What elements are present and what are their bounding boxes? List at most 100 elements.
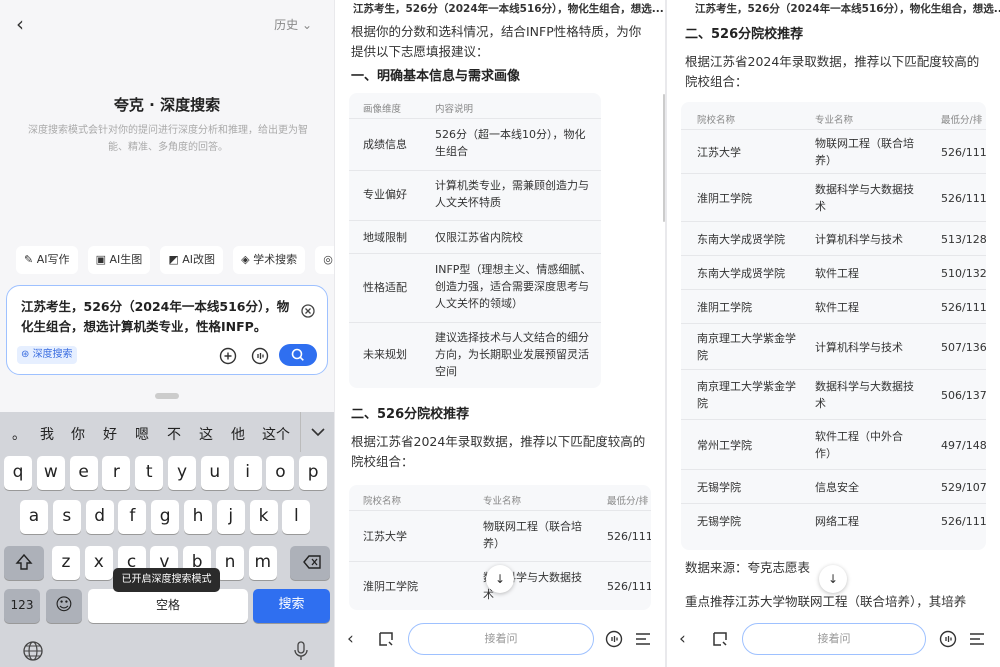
letter-key[interactable]: s: [52, 500, 81, 534]
scroll-down-button[interactable]: ↓: [819, 565, 847, 593]
table-cell: 529/107: [941, 480, 986, 494]
table-header: 最低分/排: [607, 496, 649, 507]
row-divider: [681, 221, 986, 222]
numbers-key[interactable]: 123: [4, 589, 40, 623]
table-cell: 510/132: [941, 266, 986, 280]
back-icon[interactable]: ‹: [16, 12, 24, 36]
table-cell: 仅限江苏省内院校: [435, 231, 523, 244]
candidate-item[interactable]: 他: [231, 424, 245, 444]
expand-candidates-icon[interactable]: [300, 412, 334, 452]
deep-search-tag[interactable]: ⊛ 深度搜索: [17, 346, 77, 364]
letter-key[interactable]: p: [299, 456, 328, 490]
candidate-item[interactable]: 我: [40, 424, 54, 444]
table-cell: 软件工程: [815, 266, 859, 280]
letter-key[interactable]: f: [118, 500, 147, 534]
letter-key[interactable]: n: [216, 546, 244, 580]
search-key[interactable]: 搜索: [253, 589, 330, 623]
back-icon[interactable]: ‹: [347, 629, 354, 649]
table-cell: 南京理工大学紫金学院: [697, 380, 796, 410]
backspace-key[interactable]: [290, 546, 330, 580]
back-icon[interactable]: ‹: [679, 629, 686, 649]
chip-label: AI生图: [109, 253, 143, 266]
deep-search-home-panel: ‹ 历史 ⌄ 夸克 · 深度搜索 深度搜索模式会针对你的提问进行深度分析和推理，…: [0, 0, 334, 667]
search-send-button[interactable]: [279, 344, 317, 366]
row-divider: [349, 510, 651, 511]
new-chat-icon[interactable]: [377, 630, 395, 652]
scroll-down-button[interactable]: ↓: [486, 565, 514, 593]
answer-panel-top: 江苏考生，526分（2024年一本线516分），物化生组合，想选... 根据你的…: [335, 0, 665, 667]
letter-key[interactable]: d: [85, 500, 114, 534]
follow-up-input[interactable]: 接着问: [742, 623, 926, 655]
letter-key[interactable]: t: [135, 456, 164, 490]
row-divider: [681, 419, 986, 420]
scrollbar[interactable]: [663, 94, 665, 222]
letter-key[interactable]: z: [52, 546, 80, 580]
table-header: 画像维度: [363, 104, 402, 115]
data-source: 数据来源：夸克志愿表: [685, 560, 811, 575]
voice-icon[interactable]: [605, 630, 623, 652]
table-cell: 526/111: [607, 530, 651, 543]
letter-key[interactable]: m: [248, 546, 277, 580]
menu-icon[interactable]: [969, 631, 985, 651]
candidate-item[interactable]: 这: [199, 424, 213, 444]
table-header: 最低分/排: [941, 115, 983, 126]
keyboard: 。 我 你 好 嗯 不 这 他 这个 qwertyuiop asdfghjkl …: [0, 412, 334, 667]
chip-ai-image[interactable]: ▣ AI生图: [87, 246, 151, 274]
candidate-item[interactable]: 嗯: [135, 424, 149, 444]
letter-key[interactable]: o: [266, 456, 295, 490]
letter-key[interactable]: r: [102, 456, 131, 490]
letter-key[interactable]: y: [168, 456, 196, 490]
drag-handle[interactable]: [155, 393, 179, 399]
history-button[interactable]: 历史 ⌄: [274, 16, 312, 33]
letter-key[interactable]: k: [249, 500, 278, 534]
globe-icon[interactable]: [22, 640, 44, 666]
chip-label: AI改图: [182, 253, 216, 266]
table-cell: 常州工学院: [697, 438, 752, 452]
letter-key[interactable]: j: [216, 500, 245, 534]
table-cell: 计算机科学与技术: [815, 232, 903, 246]
space-key[interactable]: 空格: [88, 589, 248, 623]
candidate-item[interactable]: 这个: [262, 424, 290, 444]
table-cell: 无锡学院: [697, 514, 741, 528]
table-cell: 建议选择技术与人文结合的细分方向，为长期职业发展预留灵活空间: [435, 331, 589, 378]
voice-icon[interactable]: [939, 630, 957, 652]
candidate-item[interactable]: 。: [12, 424, 26, 444]
letter-key[interactable]: a: [20, 500, 48, 534]
emoji-key[interactable]: ☺: [46, 589, 82, 623]
voice-icon[interactable]: [251, 345, 269, 365]
menu-icon[interactable]: [635, 631, 651, 651]
letter-key[interactable]: e: [69, 456, 98, 490]
microphone-icon[interactable]: [292, 640, 310, 666]
letter-key[interactable]: h: [184, 500, 212, 534]
table-cell: 513/128: [941, 232, 986, 246]
table-cell: 专业偏好: [363, 188, 407, 201]
chip-ai-writing[interactable]: ✎ AI写作: [16, 246, 78, 274]
highlight-text: 重点推荐江苏大学物联网工程（联合培养），其培养: [685, 594, 967, 609]
query-input[interactable]: 江苏考生，526分（2024年一本线516分），物化生组合，想选计算机类专业，性…: [21, 297, 291, 337]
candidate-item[interactable]: 好: [103, 424, 117, 444]
new-chat-icon[interactable]: [711, 630, 729, 652]
bottom-bar: ‹ 接着问: [667, 611, 1000, 667]
chip-academic-search[interactable]: ◈ 学术搜索: [233, 246, 306, 274]
tool-chips: ✎ AI写作 ▣ AI生图 ◩ AI改图 ◈ 学术搜索 ◎: [16, 246, 334, 276]
table-cell: 信息安全: [815, 480, 859, 494]
candidate-item[interactable]: 不: [167, 424, 181, 444]
chip-camera[interactable]: ◎: [315, 246, 334, 274]
table-cell: 江苏大学: [363, 530, 407, 543]
letter-key[interactable]: l: [282, 500, 311, 534]
query-input-box[interactable]: 江苏考生，526分（2024年一本线516分），物化生组合，想选计算机类专业，性…: [6, 285, 328, 375]
letter-key[interactable]: x: [84, 546, 113, 580]
table-cell: 地域限制: [363, 231, 407, 244]
candidate-item[interactable]: 你: [71, 424, 85, 444]
chip-ai-edit-image[interactable]: ◩ AI改图: [160, 246, 224, 274]
letter-key[interactable]: i: [233, 456, 262, 490]
clear-icon[interactable]: [301, 300, 315, 319]
shift-key[interactable]: [4, 546, 44, 580]
letter-key[interactable]: q: [4, 456, 32, 490]
add-icon[interactable]: [219, 345, 237, 365]
deep-search-toast: 已开启深度搜索模式: [113, 568, 220, 592]
letter-key[interactable]: g: [151, 500, 180, 534]
follow-up-input[interactable]: 接着问: [408, 623, 594, 655]
letter-key[interactable]: u: [200, 456, 229, 490]
letter-key[interactable]: w: [36, 456, 65, 490]
